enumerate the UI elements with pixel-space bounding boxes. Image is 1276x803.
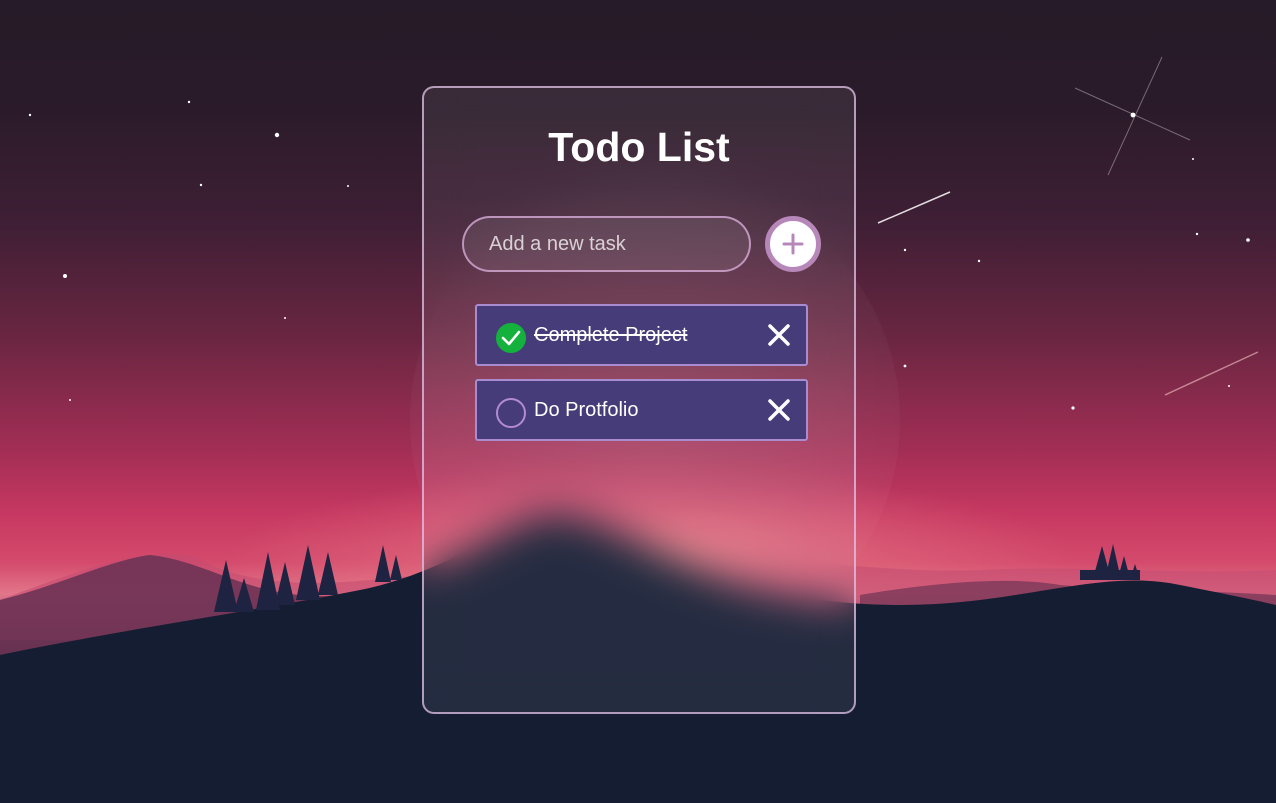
- page-title: Todo List: [548, 124, 730, 170]
- shooting-star-2: [1164, 351, 1259, 396]
- close-icon: [768, 324, 790, 346]
- todo-text: Do Protfolio: [534, 399, 639, 421]
- check-icon: [501, 330, 521, 346]
- todo-checkbox-unchecked[interactable]: [496, 398, 526, 428]
- todo-card: Todo List Complete Project Do: [422, 86, 856, 714]
- todo-item[interactable]: Do Protfolio: [475, 379, 808, 441]
- right-trees: [1080, 544, 1140, 580]
- delete-task-button[interactable]: [766, 322, 792, 348]
- todo-list: Complete Project Do Protfolio: [475, 304, 808, 454]
- add-task-button[interactable]: [765, 216, 821, 272]
- new-task-input[interactable]: [462, 216, 751, 272]
- close-icon: [768, 399, 790, 421]
- delete-task-button[interactable]: [766, 397, 792, 423]
- todo-item[interactable]: Complete Project: [475, 304, 808, 366]
- shooting-star: [877, 191, 951, 224]
- plus-icon: [782, 233, 804, 255]
- todo-text: Complete Project: [534, 324, 688, 346]
- todo-checkbox-checked[interactable]: [496, 323, 526, 353]
- star-sparkle-ray: [1074, 87, 1191, 141]
- star-sparkle-ray-2: [1107, 56, 1163, 176]
